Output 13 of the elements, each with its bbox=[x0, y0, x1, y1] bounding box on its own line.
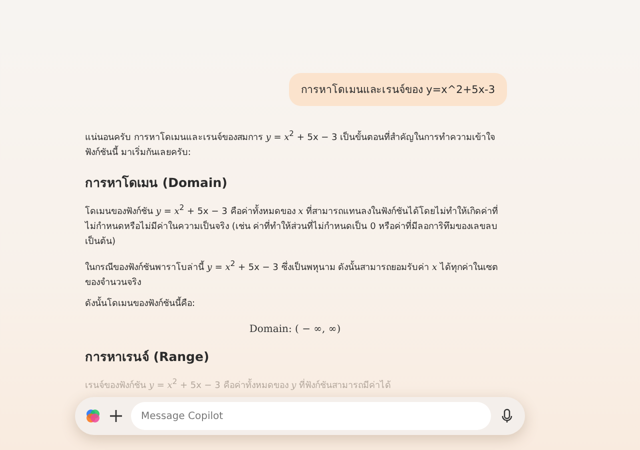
paragraph: ดังนั้นโดเมนของฟังก์ชันนี้คือ: bbox=[85, 297, 505, 312]
microphone-button[interactable] bbox=[499, 408, 515, 424]
paragraph: แน่นอนครับ การหาโดเมนและเรนจ์ของสมการ y = x$^{2}$ + 5x − 3 เป็นขั้นตอนที่สำคัญในการทำความเข้าใจฟังก์ชันนี้ มาเริ่มกันเลยครับ: bbox=[85, 128, 496, 160]
section-heading: การหาโดเมน (Domain) bbox=[85, 174, 228, 192]
paragraph: เรนจ์ของฟังก์ชัน y = x$^{2}$ + 5x − 3 คือค่าทั้งหมดของ y ที่ฟังก์ชันสามารถมีค่าได้ bbox=[85, 376, 392, 393]
section-heading: การหาเรนจ์ (Range) bbox=[85, 348, 210, 366]
paragraph: ในกรณีของฟังก์ชันพาราโบล่านี้ y = x$^{2}$ + 5x − 3 ซึ่งเป็นพหุนาม ดังนั้นสามารถยอมรับค่า x ได้ทุกค่าในเซตของจำนวนจริง bbox=[85, 258, 499, 290]
logo-icon[interactable] bbox=[85, 408, 101, 424]
add-button[interactable] bbox=[109, 409, 123, 423]
user-message: การหาโดเมนและเรนจ์ของ y=x^2+5x-3 bbox=[288, 73, 507, 106]
message-input[interactable]: Message Copilot bbox=[131, 402, 491, 430]
formula-text: Domain: ( − ∞, ∞) bbox=[248, 324, 342, 335]
paragraph: โดเมนของฟังก์ชัน y = x$^{2}$ + 5x − 3 คือค่าทั้งหมดของ x ที่สามารถแทนลงในฟังก์ชันได้โดยไม่ทำให้เกิดค่าที่ไม่กำหนดหรือไม่มีค่าในความเป็นจริง (เช่น ค่าที่ทำให้ส่วนที่ไม่กำหนดเป็น 0 หรือค่าที่มีลอการิทึมของเลขลบ เป็นต้น) bbox=[85, 202, 500, 249]
